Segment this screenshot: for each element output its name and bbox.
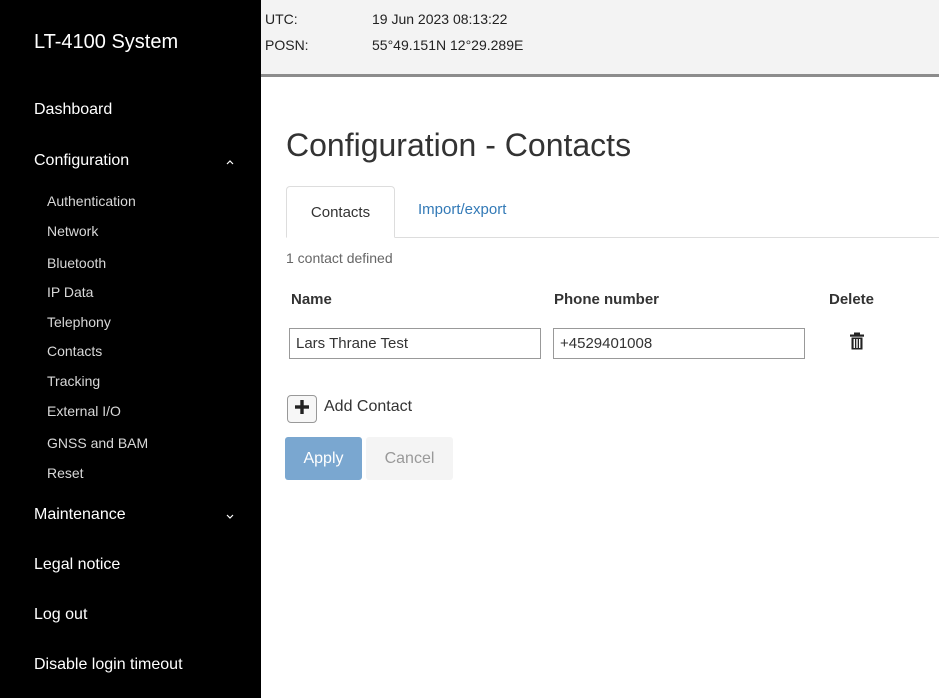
utc-label: UTC: <box>265 11 298 27</box>
chevron-down-icon[interactable] <box>225 512 235 522</box>
trash-icon[interactable] <box>849 332 865 350</box>
column-header-delete: Delete <box>829 291 875 308</box>
plus-icon <box>295 399 309 419</box>
page-title: Configuration - Contacts <box>286 127 632 163</box>
chevron-up-icon[interactable] <box>225 157 235 167</box>
sidebar-item-reset[interactable]: Reset <box>47 465 84 481</box>
sidebar-item-configuration[interactable]: Configuration <box>34 152 129 170</box>
sidebar-item-contacts[interactable]: Contacts <box>47 343 102 359</box>
sidebar-item-gnss-and-bam[interactable]: GNSS and BAM <box>47 435 148 451</box>
tab-contacts[interactable]: Contacts <box>286 186 395 238</box>
sidebar-item-bluetooth[interactable]: Bluetooth <box>47 255 106 271</box>
sidebar-item-maintenance[interactable]: Maintenance <box>34 506 126 524</box>
apply-button[interactable]: Apply <box>285 437 362 480</box>
contact-count-text: 1 contact defined <box>286 250 393 266</box>
utc-value: 19 Jun 2023 08:13:22 <box>372 11 508 27</box>
cancel-button[interactable]: Cancel <box>366 437 453 480</box>
sidebar-item-telephony[interactable]: Telephony <box>47 314 111 330</box>
sidebar-item-disable-login-timeout[interactable]: Disable login timeout <box>34 656 183 674</box>
sidebar-item-log-out[interactable]: Log out <box>34 606 87 624</box>
posn-value: 55°49.151N 12°29.289E <box>372 37 524 53</box>
contact-name-input[interactable] <box>289 328 541 359</box>
sidebar-item-external-io[interactable]: External I/O <box>47 403 121 419</box>
add-contact-button[interactable] <box>287 395 317 423</box>
brand-title: LT-4100 System <box>34 31 179 53</box>
sidebar-item-dashboard[interactable]: Dashboard <box>34 101 112 119</box>
tab-import-export[interactable]: Import/export <box>418 201 506 218</box>
posn-label: POSN: <box>265 37 309 53</box>
sidebar-item-network[interactable]: Network <box>47 223 98 239</box>
sidebar-item-authentication[interactable]: Authentication <box>47 193 136 209</box>
column-header-phone: Phone number <box>554 291 660 308</box>
status-bar: UTC: 19 Jun 2023 08:13:22 POSN: 55°49.15… <box>261 0 939 77</box>
contact-phone-input[interactable] <box>553 328 805 359</box>
column-header-name: Name <box>291 291 332 308</box>
add-contact-label[interactable]: Add Contact <box>324 398 412 416</box>
sidebar-item-ip-data[interactable]: IP Data <box>47 284 93 300</box>
sidebar-item-legal-notice[interactable]: Legal notice <box>34 556 120 574</box>
sidebar-item-tracking[interactable]: Tracking <box>47 373 100 389</box>
sidebar: LT-4100 System Dashboard Configuration A… <box>0 0 261 698</box>
